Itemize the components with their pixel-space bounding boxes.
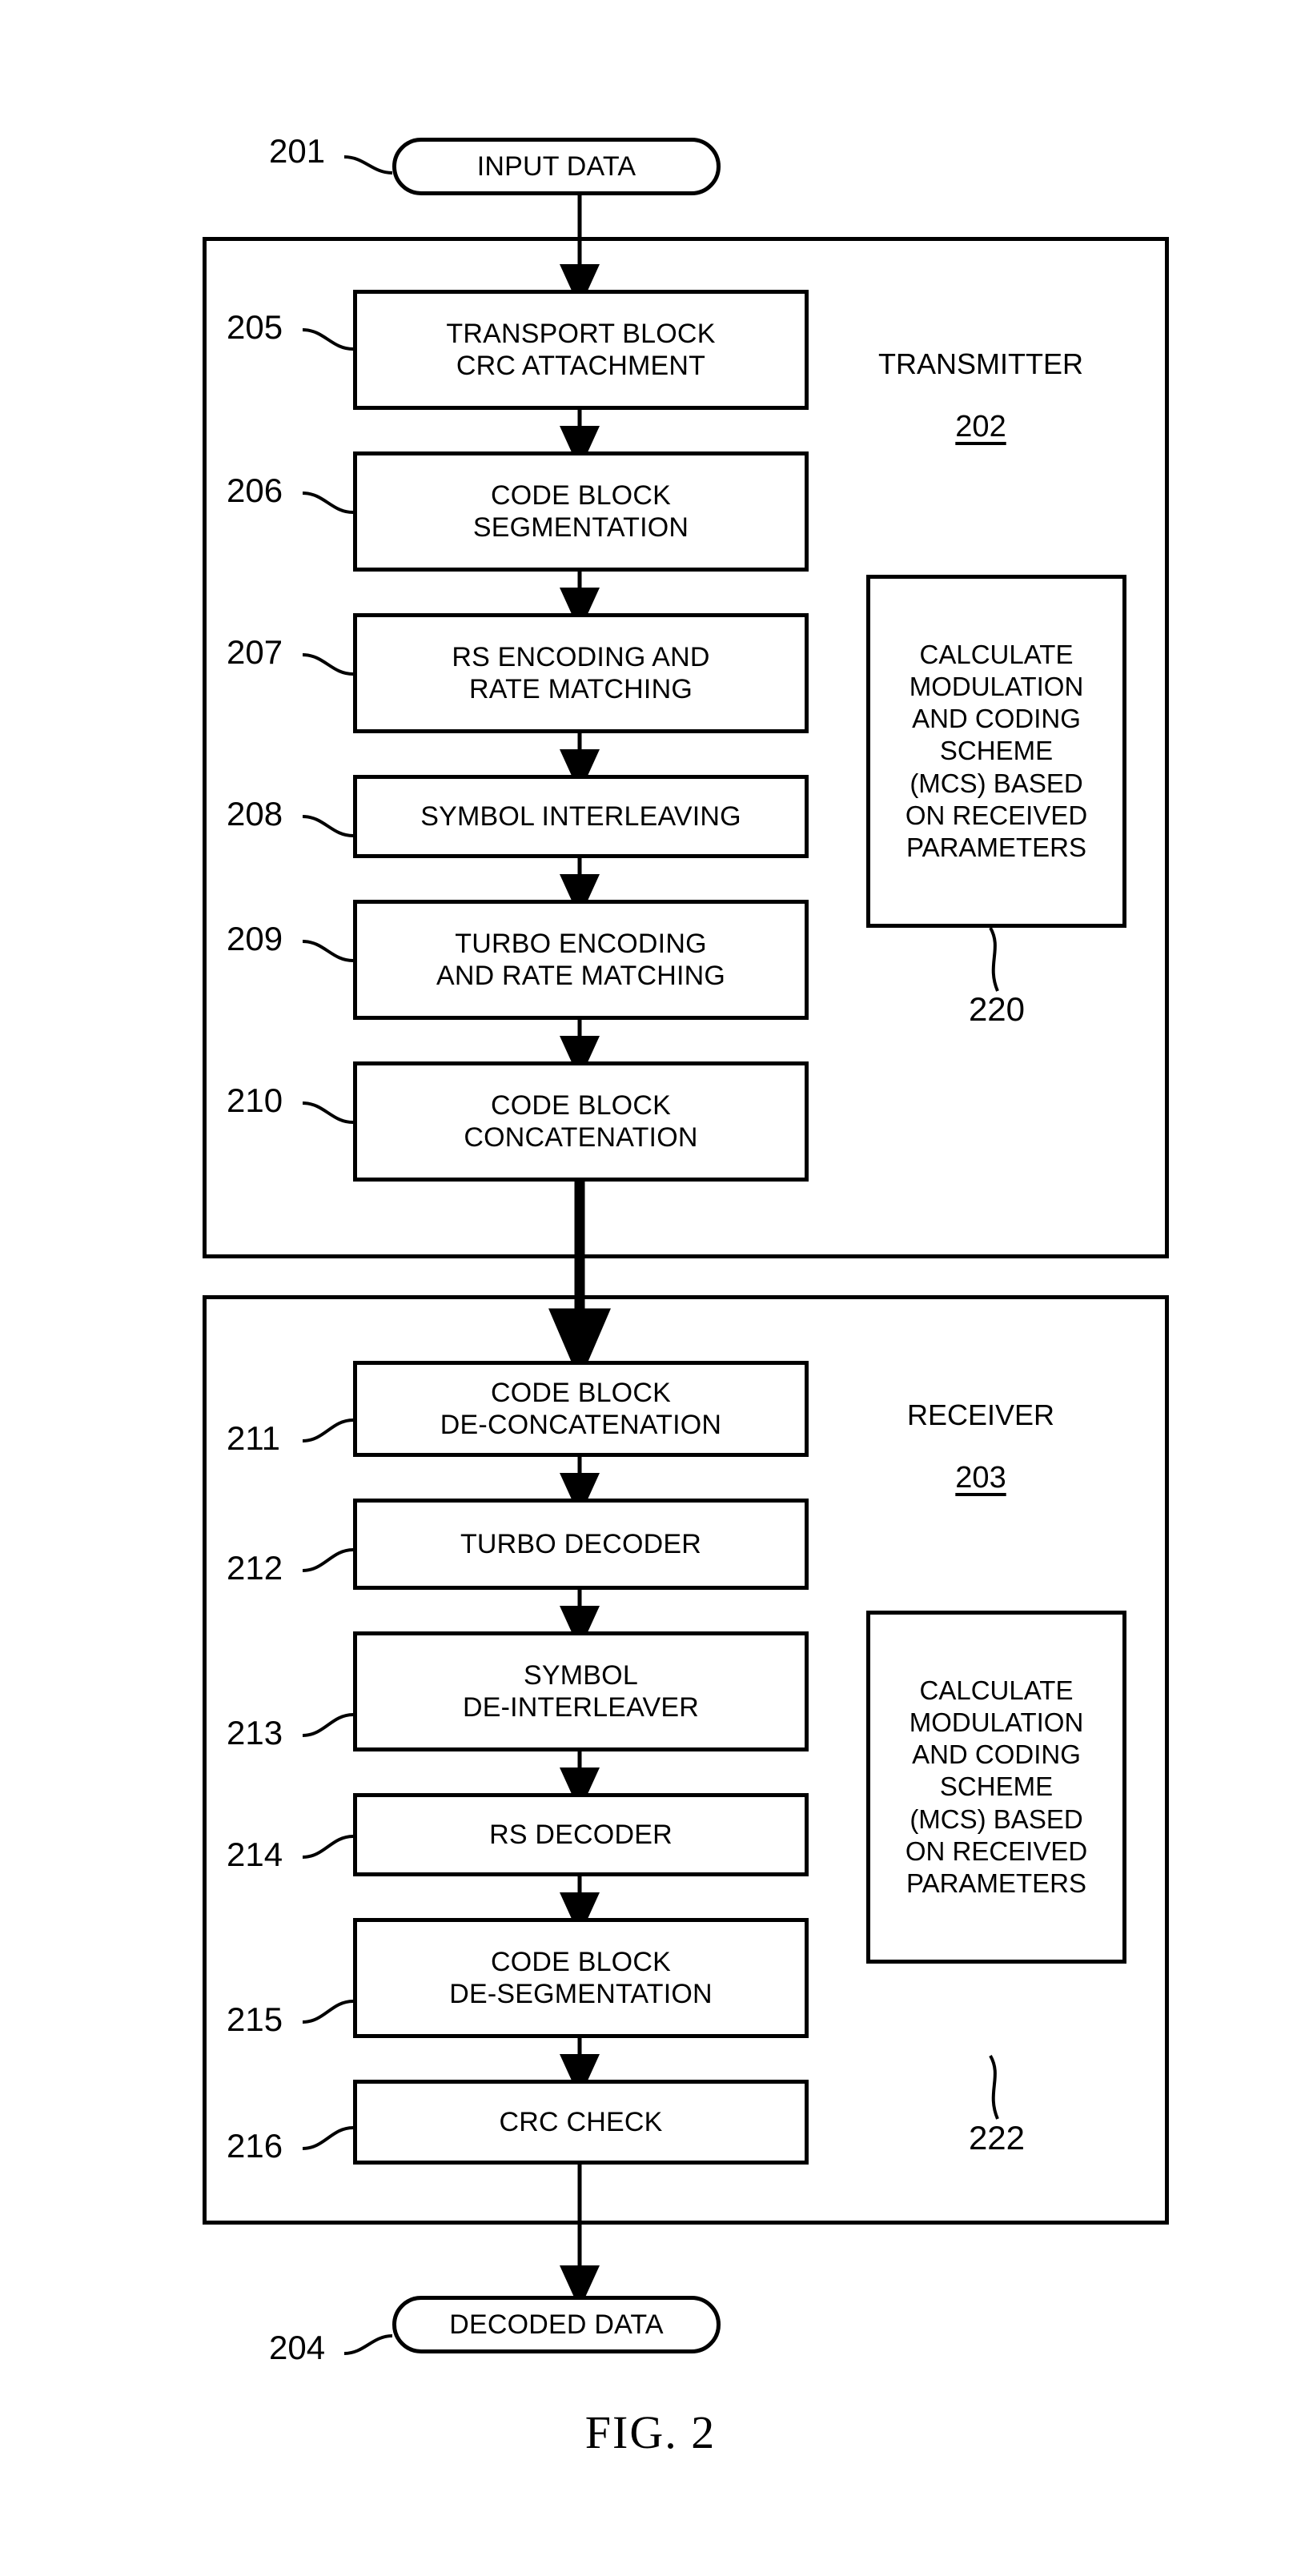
ref-208: 208: [227, 795, 283, 833]
step-211-line2: DE-CONCATENATION: [440, 1410, 722, 1440]
receiver-ref-203: 203: [955, 1461, 1006, 1495]
step-crc-check: CRC CHECK: [353, 2080, 809, 2165]
step-210-line1: CODE BLOCK: [491, 1089, 671, 1121]
step-code-block-concatenation: CODE BLOCK CONCATENATION: [353, 1061, 809, 1182]
step-transport-block-crc-attachment: TRANSPORT BLOCK CRC ATTACHMENT: [353, 290, 809, 410]
ref-216: 216: [227, 2127, 283, 2165]
step-symbol-de-interleaver: SYMBOL DE-INTERLEAVER: [353, 1631, 809, 1751]
transmitter-ref-202: 202: [955, 410, 1006, 443]
tx-mcs-line-4: SCHEME: [939, 736, 1054, 766]
ref-215: 215: [227, 2000, 283, 2038]
step-210-line2: CONCATENATION: [464, 1122, 698, 1153]
rx-mcs-line-4: SCHEME: [939, 1772, 1054, 1802]
step-code-block-segmentation: CODE BLOCK SEGMENTATION: [353, 451, 809, 572]
step-213-line1: SYMBOL: [524, 1659, 638, 1691]
ref-205: 205: [227, 308, 283, 346]
ref-211: 211: [227, 1419, 280, 1457]
rx-mcs-line-1: CALCULATE: [919, 1675, 1074, 1705]
step-turbo-decoder: TURBO DECODER: [353, 1499, 809, 1590]
step-rs-encoding-rate-matching: RS ENCODING AND RATE MATCHING: [353, 613, 809, 733]
tx-mcs-line-1: CALCULATE: [919, 639, 1074, 669]
receiver-title: RECEIVER: [906, 1398, 1055, 1431]
ref-213: 213: [227, 1714, 283, 1751]
rx-mcs-line-3: AND CODING: [912, 1739, 1081, 1770]
step-206-line2: SEGMENTATION: [472, 512, 689, 543]
receiver-mcs-box: CALCULATE MODULATION AND CODING SCHEME (…: [866, 1611, 1126, 1964]
step-209-line2: AND RATE MATCHING: [436, 961, 726, 991]
tx-mcs-line-5: (MCS) BASED: [909, 768, 1083, 798]
rx-mcs-line-6: ON RECEIVED: [905, 1836, 1088, 1866]
step-209-line1: TURBO ENCODING: [455, 928, 707, 959]
step-205-line2: CRC ATTACHMENT: [456, 351, 706, 381]
step-rs-decoder: RS DECODER: [353, 1793, 809, 1876]
step-symbol-interleaving: SYMBOL INTERLEAVING: [353, 775, 809, 858]
step-216-line1: CRC CHECK: [499, 2106, 663, 2137]
input-data-terminal: INPUT DATA: [392, 138, 721, 195]
ref-214: 214: [227, 1836, 283, 1873]
step-211-line1: CODE BLOCK: [491, 1377, 671, 1408]
step-207-line2: RATE MATCHING: [468, 674, 693, 704]
rx-mcs-line-2: MODULATION: [909, 1707, 1084, 1737]
ref-222: 222: [968, 2119, 1026, 2157]
ref-201: 201: [269, 132, 326, 170]
step-code-block-de-concatenation: CODE BLOCK DE-CONCATENATION: [353, 1361, 809, 1457]
ref-204: 204: [269, 2329, 326, 2366]
rx-mcs-line-7: PARAMETERS: [906, 1868, 1086, 1899]
transmitter-mcs-box: CALCULATE MODULATION AND CODING SCHEME (…: [866, 575, 1126, 928]
step-205-line1: TRANSPORT BLOCK: [446, 318, 716, 349]
step-212-line1: TURBO DECODER: [460, 1528, 702, 1559]
ref-207: 207: [227, 633, 283, 671]
input-data-label: INPUT DATA: [476, 150, 636, 182]
tx-mcs-line-3: AND CODING: [912, 704, 1081, 734]
step-207-line1: RS ENCODING AND: [452, 641, 710, 672]
ref-210: 210: [227, 1081, 283, 1119]
ref-212: 212: [227, 1549, 283, 1587]
transmitter-title: TRANSMITTER: [878, 347, 1083, 380]
figure-caption: FIG. 2: [584, 2406, 717, 2458]
tx-mcs-line-7: PARAMETERS: [906, 833, 1086, 863]
step-215-line1: CODE BLOCK: [491, 1946, 671, 1977]
ref-220: 220: [968, 990, 1026, 1028]
patent-figure-2: 201 INPUT DATA TRANSMITTER 202 205 TRANS…: [0, 0, 1301, 2576]
step-208-line1: SYMBOL INTERLEAVING: [420, 800, 741, 832]
step-turbo-encoding-rate-matching: TURBO ENCODING AND RATE MATCHING: [353, 900, 809, 1020]
step-206-line1: CODE BLOCK: [491, 479, 671, 511]
step-213-line2: DE-INTERLEAVER: [462, 1692, 699, 1723]
step-code-block-de-segmentation: CODE BLOCK DE-SEGMENTATION: [353, 1918, 809, 2038]
tx-mcs-line-6: ON RECEIVED: [905, 800, 1088, 830]
decoded-data-terminal: DECODED DATA: [392, 2296, 721, 2353]
step-214-line1: RS DECODER: [489, 1819, 673, 1850]
ref-209: 209: [227, 920, 283, 957]
tx-mcs-line-2: MODULATION: [909, 671, 1084, 701]
rx-mcs-line-5: (MCS) BASED: [909, 1804, 1083, 1834]
step-215-line2: DE-SEGMENTATION: [449, 1979, 713, 2009]
decoded-data-label: DECODED DATA: [449, 2309, 664, 2340]
ref-206: 206: [227, 471, 283, 509]
